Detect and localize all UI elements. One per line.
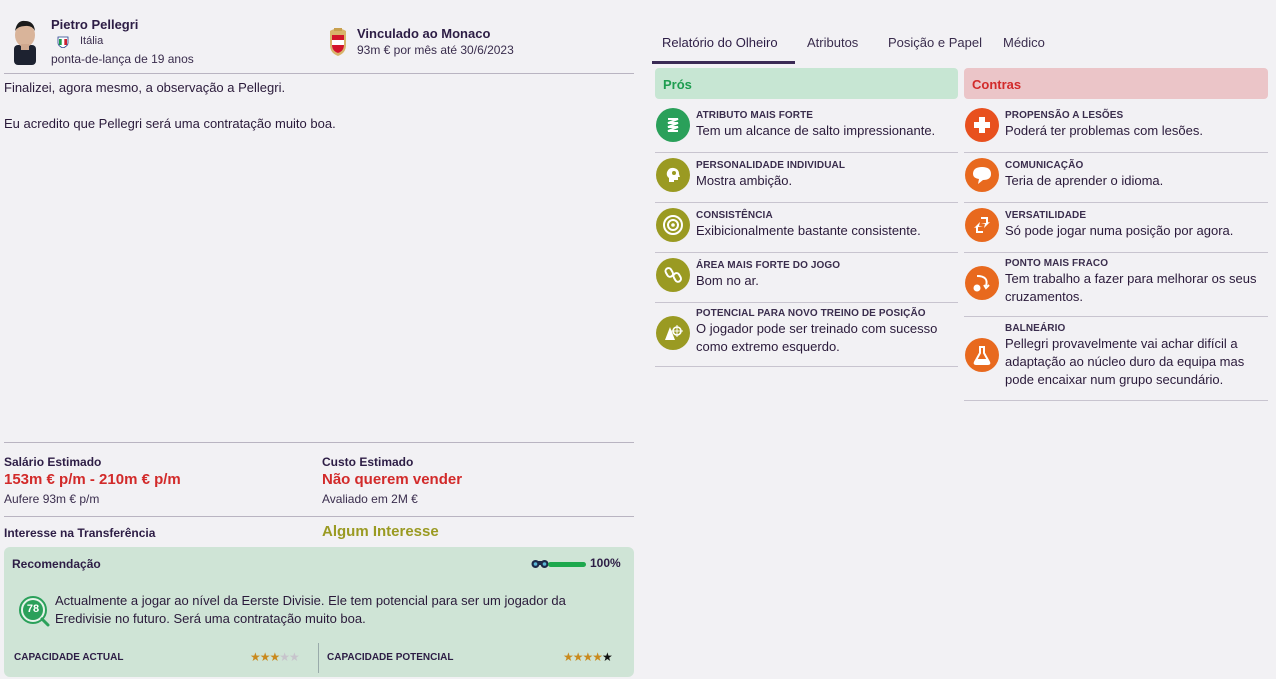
- con-text: Teria de aprender o idioma.: [1005, 173, 1164, 188]
- pro-text: Tem um alcance de salto impressionante.: [696, 123, 936, 138]
- knowledge-bar: [548, 562, 586, 567]
- cost-valuation: Avaliado em 2M €: [322, 492, 418, 506]
- info-divider-mid: [4, 516, 634, 517]
- potential-ability-label: CAPACIDADE POTENCIAL: [327, 652, 454, 663]
- cross-ball-icon: [965, 266, 999, 300]
- con-divider: [964, 316, 1268, 317]
- interest-value: Algum Interesse: [322, 523, 439, 540]
- interest-label: Interesse na Transferência: [4, 526, 156, 540]
- header-divider: [4, 73, 634, 74]
- recommendation-title: Recomendação: [12, 557, 101, 571]
- knowledge-percent: 100%: [590, 556, 621, 570]
- arrows-icon: [965, 208, 999, 242]
- report-line-1: Finalizei, agora mesmo, a observação a P…: [4, 80, 286, 95]
- current-ability-label: CAPACIDADE ACTUAL: [14, 652, 124, 663]
- spring-icon: [656, 108, 690, 142]
- tab-attributes[interactable]: Atributos: [807, 35, 858, 50]
- pro-divider: [655, 202, 958, 203]
- pro-divider: [655, 152, 958, 153]
- pro-divider: [655, 252, 958, 253]
- cone-icon: [656, 316, 690, 350]
- pro-category: ATRIBUTO MAIS FORTE: [696, 110, 814, 121]
- pro-category: POTENCIAL PARA NOVO TREINO DE POSIÇÃO: [696, 308, 926, 319]
- cons-header: Contras: [964, 68, 1268, 99]
- pro-text: Mostra ambição.: [696, 173, 793, 188]
- speech-bubble-icon: [965, 158, 999, 192]
- con-category: VERSATILIDADE: [1005, 210, 1087, 221]
- con-category: COMUNICAÇÃO: [1005, 160, 1084, 171]
- report-line-2: Eu acredito que Pellegri será uma contra…: [4, 116, 336, 131]
- player-name[interactable]: Pietro Pellegri: [51, 17, 138, 32]
- pro-category: PERSONALIDADE INDIVIDUAL: [696, 160, 846, 171]
- info-divider-top: [4, 442, 634, 443]
- pro-category: CONSISTÊNCIA: [696, 210, 773, 221]
- pro-text: Bom no ar.: [696, 273, 759, 288]
- chain-icon: [656, 258, 690, 292]
- pro-category: ÁREA MAIS FORTE DO JOGO: [696, 260, 841, 271]
- contract-info: 93m € por mês até 30/6/2023: [357, 43, 514, 57]
- binoculars-icon: [531, 560, 549, 568]
- pro-text: O jogador pode ser treinado com sucesso …: [696, 321, 938, 354]
- tab-scout-report[interactable]: Relatório do Olheiro: [662, 35, 778, 50]
- con-divider: [964, 152, 1268, 153]
- con-category: BALNEÁRIO: [1005, 323, 1066, 334]
- italy-flag-icon: [57, 36, 69, 48]
- tab-position-role[interactable]: Posição e Papel: [888, 35, 982, 50]
- con-category: PONTO MAIS FRACO: [1005, 258, 1109, 269]
- pro-divider: [655, 366, 958, 367]
- tab-medical[interactable]: Médico: [1003, 35, 1045, 50]
- medical-cross-icon: [965, 108, 999, 142]
- pro-text: Exibicionalmente bastante consistente.: [696, 223, 921, 238]
- player-nation[interactable]: Itália: [80, 35, 103, 47]
- ability-divider: [318, 643, 319, 673]
- con-text: Pellegri provavelmente vai achar difícil…: [1005, 336, 1245, 387]
- tab-active-indicator: [652, 61, 795, 64]
- rating-badge: 78: [18, 595, 50, 627]
- wage-value: 153m € p/m - 210m € p/m: [4, 471, 181, 488]
- cost-label: Custo Estimado: [322, 455, 414, 469]
- con-divider: [964, 400, 1268, 401]
- con-text: Poderá ter problemas com lesões.: [1005, 123, 1203, 138]
- player-avatar: [14, 20, 36, 65]
- pro-divider: [655, 302, 958, 303]
- flask-icon: [965, 338, 999, 372]
- club-status[interactable]: Vinculado ao Monaco: [357, 26, 490, 41]
- head-icon: [656, 158, 690, 192]
- potential-ability-stars: ★★★★★: [563, 650, 613, 664]
- con-divider: [964, 202, 1268, 203]
- con-category: PROPENSÃO A LESÕES: [1005, 110, 1124, 121]
- target-icon: [656, 208, 690, 242]
- rating-badge-value: 78: [26, 603, 40, 615]
- con-text: Só pode jogar numa posição por agora.: [1005, 223, 1234, 238]
- cost-value: Não querem vender: [322, 471, 463, 488]
- con-divider: [964, 252, 1268, 253]
- current-ability-stars: ★★★★★: [250, 650, 300, 664]
- wage-current: Aufere 93m € p/m: [4, 492, 100, 506]
- recommendation-text: Actualmente a jogar ao nível da Eerste D…: [55, 593, 566, 626]
- pros-header: Prós: [655, 68, 958, 99]
- wage-label: Salário Estimado: [4, 455, 102, 469]
- player-role: ponta-de-lança de 19 anos: [51, 52, 194, 66]
- con-text: Tem trabalho a fazer para melhorar os se…: [1005, 271, 1257, 304]
- monaco-crest-icon: [330, 28, 346, 56]
